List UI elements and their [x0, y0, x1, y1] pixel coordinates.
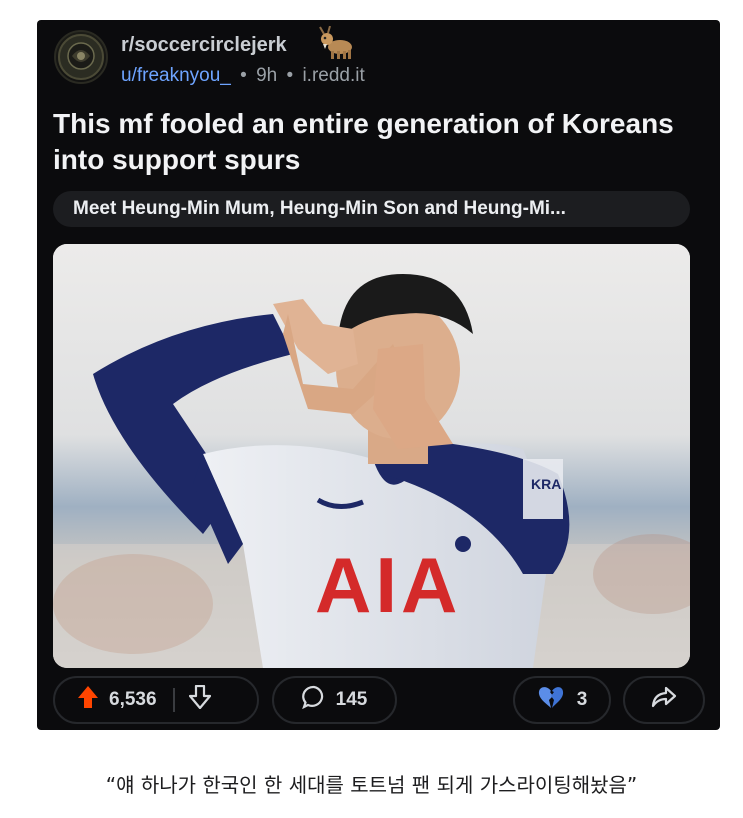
- post-age: 9h: [256, 65, 278, 86]
- author-link[interactable]: u/freaknyou_: [121, 65, 231, 86]
- subreddit-name[interactable]: r/soccercirclejerk: [121, 34, 287, 57]
- downvote-arrow-icon[interactable]: [188, 684, 211, 715]
- broken-heart-icon: [537, 685, 565, 715]
- separator-dot: •: [240, 65, 247, 86]
- post-actions-bar: 6,536 145 3: [53, 676, 705, 724]
- share-button[interactable]: [623, 676, 705, 724]
- award-button[interactable]: 3: [513, 676, 611, 724]
- comment-count: 145: [335, 689, 368, 710]
- share-arrow-icon: [651, 686, 677, 714]
- post-meta: u/freaknyou_ • 9h • i.redd.it: [121, 65, 365, 87]
- upvote-arrow-icon[interactable]: [77, 685, 99, 715]
- subreddit-avatar[interactable]: [54, 30, 108, 84]
- reddit-post-card: r/soccercirclejerk u/freaknyou_ • 9h • i…: [37, 20, 720, 730]
- upvote-count: 6,536: [109, 689, 157, 710]
- post-domain[interactable]: i.redd.it: [302, 65, 364, 86]
- separator-dot: •: [286, 65, 294, 86]
- award-count: 3: [576, 689, 588, 710]
- post-caption-pill[interactable]: Meet Heung-Min Mum, Heung-Min Son and He…: [53, 191, 690, 227]
- shirt-sponsor-text: AIA: [315, 541, 461, 629]
- post-title[interactable]: This mf fooled an entire generation of K…: [53, 106, 703, 178]
- comments-button[interactable]: 145: [272, 676, 397, 724]
- post-image[interactable]: KRA AIA: [53, 244, 690, 668]
- player-photo: KRA AIA: [53, 244, 690, 668]
- vote-control: 6,536: [53, 676, 259, 724]
- vote-divider: [172, 688, 175, 712]
- sleeve-text: KRA: [531, 476, 561, 492]
- korean-caption: “얘 하나가 한국인 한 세대를 토트넘 팬 되게 가스라이팅해놨음”: [105, 773, 638, 797]
- comment-bubble-icon: [301, 685, 326, 715]
- goat-flair-icon: [318, 25, 358, 60]
